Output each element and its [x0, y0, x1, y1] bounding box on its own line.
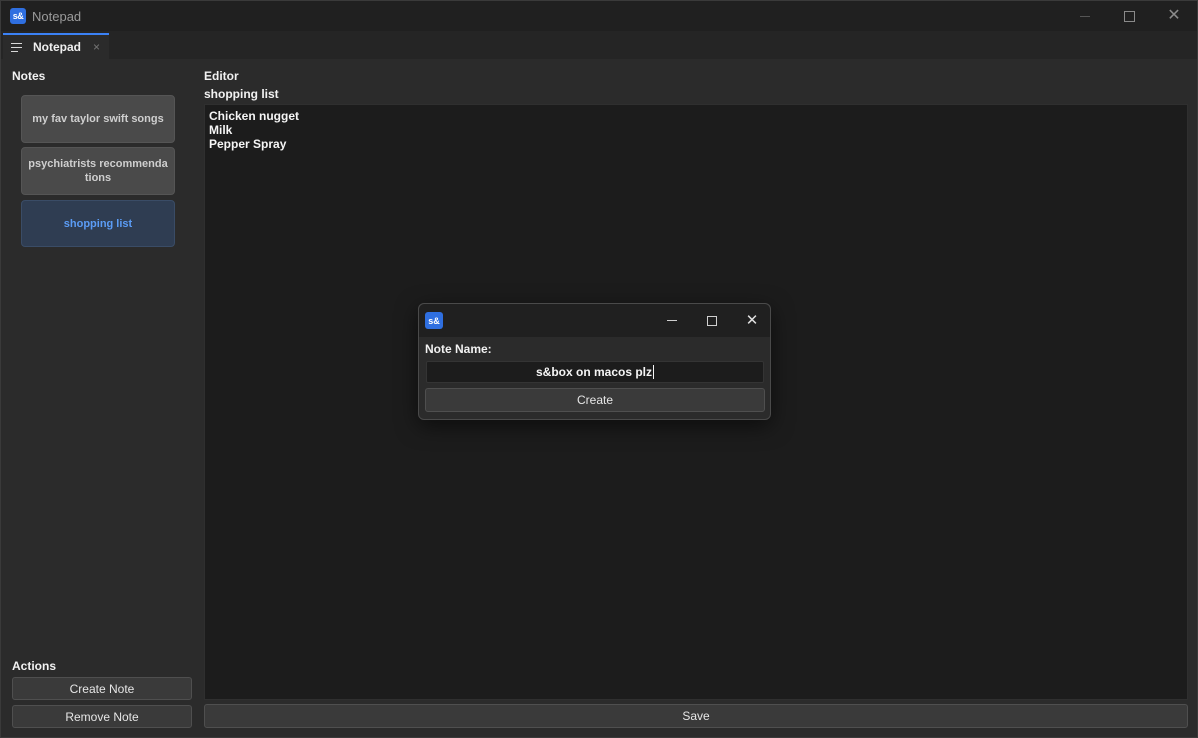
title-bar[interactable]: s& Notepad ✕	[1, 1, 1197, 31]
note-item-label: my fav taylor swift songs	[32, 113, 164, 125]
actions-heading: Actions	[12, 659, 57, 673]
create-note-dialog: s& ✕ Note Name: s&box on macos plz Creat…	[418, 303, 771, 420]
maximize-button[interactable]	[1106, 1, 1152, 31]
editor-line: Pepper Spray	[209, 137, 287, 151]
dialog-close-button[interactable]: ✕	[732, 304, 772, 337]
minimize-icon	[1080, 15, 1090, 17]
note-item-label: psychiatrists recommendations	[28, 158, 168, 184]
close-button[interactable]: ✕	[1151, 1, 1197, 31]
tab-label: Notepad	[33, 40, 81, 54]
note-item[interactable]: psychiatrists recommendations	[21, 147, 175, 195]
note-name-value: s&box on macos plz	[535, 365, 653, 379]
app-logo-icon: s&	[10, 8, 26, 24]
dialog-logo-icon: s&	[425, 312, 443, 329]
tab-close-icon[interactable]: ×	[93, 40, 100, 54]
dialog-create-button[interactable]: Create	[425, 388, 765, 412]
maximize-icon	[707, 315, 717, 326]
note-name-label: Note Name:	[425, 342, 492, 356]
minimize-icon	[667, 320, 677, 321]
close-icon: ✕	[745, 312, 759, 329]
dialog-minimize-button[interactable]	[652, 304, 692, 337]
editor-line: Milk	[209, 123, 233, 137]
tab-bar: Notepad ×	[1, 31, 1197, 59]
dialog-maximize-button[interactable]	[692, 304, 732, 337]
note-item-label: shopping list	[63, 217, 133, 230]
remove-note-button[interactable]: Remove Note	[12, 705, 192, 728]
editor-line: Chicken nugget	[209, 109, 300, 123]
window-title: Notepad	[32, 9, 82, 24]
note-item-active[interactable]: shopping list	[21, 200, 175, 247]
dialog-title-bar[interactable]: s& ✕	[419, 304, 770, 337]
current-note-title: shopping list	[204, 87, 279, 101]
menu-icon	[11, 43, 22, 55]
save-button[interactable]: Save	[204, 704, 1188, 728]
tab-notepad[interactable]: Notepad ×	[3, 33, 109, 59]
note-name-input[interactable]: s&box on macos plz	[426, 361, 764, 383]
minimize-button[interactable]	[1062, 1, 1108, 31]
editor-heading: Editor	[204, 69, 239, 83]
note-item[interactable]: my fav taylor swift songs	[21, 95, 175, 143]
maximize-icon	[1123, 10, 1135, 22]
create-note-button[interactable]: Create Note	[12, 677, 192, 700]
close-icon: ✕	[1167, 7, 1181, 24]
text-caret	[653, 365, 655, 379]
notes-heading: Notes	[12, 69, 46, 83]
